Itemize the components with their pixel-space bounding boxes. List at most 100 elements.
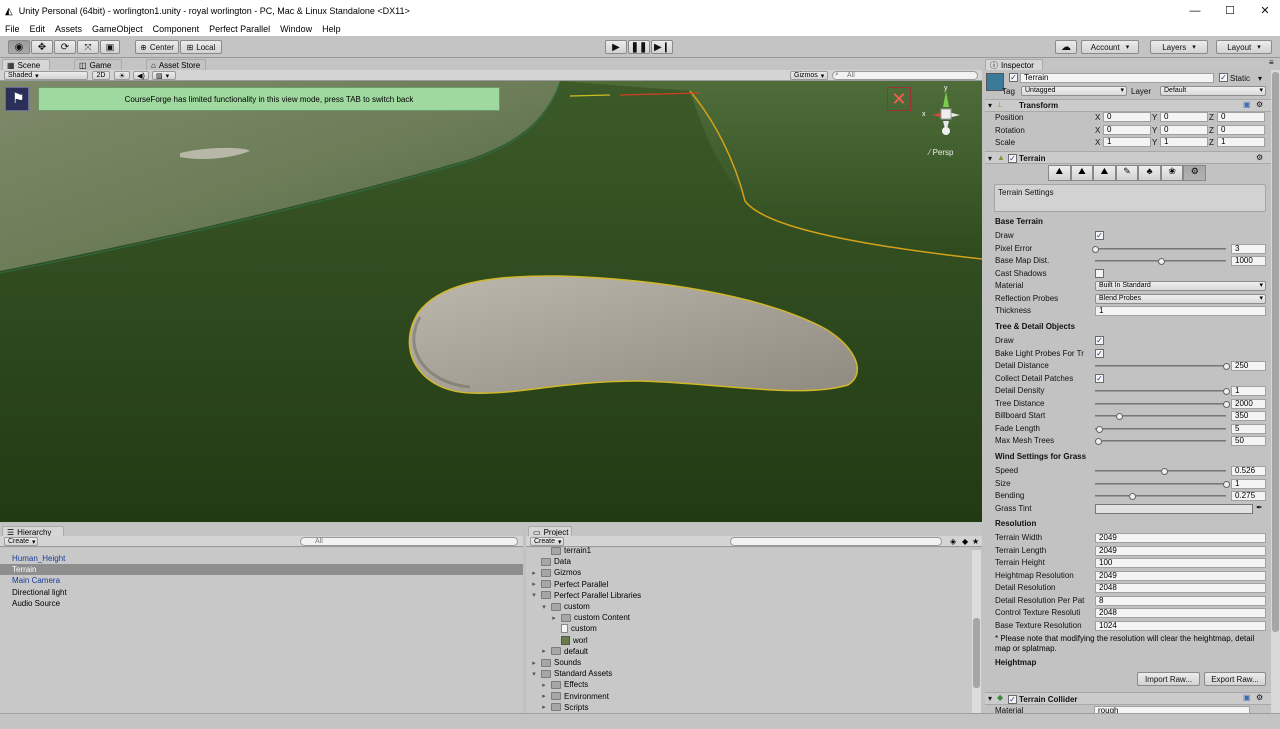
tree-arrow-icon[interactable]: ▸ — [540, 703, 548, 711]
transform-x-field[interactable]: 0 — [1103, 112, 1151, 122]
collider-help-icon[interactable]: ▣ — [1243, 693, 1251, 702]
tree-arrow-icon[interactable]: ▸ — [540, 647, 548, 655]
wind-size-slider[interactable] — [1095, 480, 1230, 488]
transform-z-field[interactable]: 0 — [1217, 124, 1265, 135]
tree-arrow-icon[interactable]: ▾ — [530, 670, 538, 678]
fade-length-slider[interactable] — [1095, 425, 1226, 433]
hierarchy-item[interactable]: Audio Source — [12, 599, 60, 608]
detail-distance-field[interactable]: 250 — [1231, 361, 1266, 371]
transform-z-field[interactable]: 0 — [1217, 112, 1265, 122]
hierarchy-item[interactable]: Human_Height — [12, 554, 65, 563]
resolution-field[interactable]: 2049 — [1095, 545, 1266, 556]
close-window-button[interactable]: ✕ — [1250, 0, 1280, 22]
transform-x-field[interactable]: 0 — [1103, 124, 1151, 135]
max-mesh-trees-slider[interactable] — [1094, 438, 1226, 445]
detail-density-slider-knob[interactable] — [1223, 388, 1230, 395]
material-dropdown[interactable]: Built In Standard — [1095, 281, 1266, 291]
project-item[interactable]: terrain1 — [540, 546, 591, 555]
view-tool-button[interactable]: ◉ — [8, 40, 30, 54]
collider-enabled-checkbox[interactable]: ✓ — [1008, 695, 1017, 704]
tree-arrow-icon[interactable]: ▸ — [540, 681, 548, 689]
hierarchy-item[interactable]: Terrain — [12, 565, 36, 574]
tag-dropdown[interactable]: Untagged — [1021, 86, 1127, 96]
eyedropper-icon[interactable]: ✒ — [1256, 503, 1263, 512]
step-button[interactable]: ▶❙ — [651, 40, 673, 54]
scale-tool-button[interactable]: ⤧ — [77, 40, 99, 54]
project-item[interactable]: ▸ Environment — [540, 692, 609, 701]
project-search-input[interactable] — [730, 537, 942, 546]
transform-settings-gear-icon[interactable]: ⚙ — [1256, 100, 1263, 109]
object-name-field[interactable]: Terrain — [1020, 73, 1214, 83]
resolution-field[interactable]: 2048 — [1095, 583, 1266, 593]
tree-arrow-icon[interactable]: ▾ — [530, 591, 538, 599]
tab-asset-store[interactable]: ⌂ Asset Store — [146, 59, 206, 70]
grass-tint-color-field[interactable] — [1095, 504, 1253, 514]
project-item[interactable]: ▾ Standard Assets — [530, 669, 612, 678]
account-dropdown[interactable]: Account — [1081, 40, 1139, 54]
scene-search-input[interactable]: All — [832, 71, 978, 80]
project-item[interactable]: Data — [530, 557, 571, 566]
filter-label-icon[interactable]: ◆ — [962, 537, 968, 546]
effects-dropdown[interactable]: ▨ — [152, 71, 176, 80]
wind-size-slider-knob[interactable] — [1223, 480, 1230, 488]
orientation-gizmo[interactable] — [918, 85, 974, 143]
static-dropdown-icon[interactable]: ▾ — [1258, 74, 1262, 83]
detail-distance-slider-knob[interactable] — [1223, 363, 1230, 370]
pause-button[interactable]: ❚❚ — [628, 40, 650, 54]
pixel-error-slider-knob[interactable] — [1092, 245, 1099, 253]
fade-length-slider-knob[interactable] — [1095, 425, 1103, 433]
detail-distance-slider[interactable] — [1095, 363, 1230, 370]
foldout-arrow-icon[interactable]: ▾ — [988, 101, 992, 110]
tab-inspector[interactable]: ⓘ Inspector — [985, 59, 1043, 70]
thickness-field[interactable]: 1 — [1095, 306, 1266, 316]
base-map-dist-slider[interactable] — [1095, 258, 1226, 265]
resolution-field[interactable]: 2049 — [1095, 533, 1266, 543]
projection-label[interactable]: ⁄ Persp — [929, 148, 953, 157]
project-item[interactable]: ▸ Perfect Parallel — [530, 580, 608, 589]
minimize-button[interactable]: — — [1180, 0, 1210, 22]
help-book-icon[interactable]: ▣ — [1243, 100, 1251, 109]
max-mesh-trees-slider-knob[interactable] — [1094, 438, 1102, 445]
collider-foldout-arrow-icon[interactable]: ▾ — [988, 694, 992, 703]
favorite-star-icon[interactable]: ★ — [972, 537, 979, 546]
paint-details-tool-button[interactable]: ❀ — [1160, 165, 1184, 181]
project-item[interactable]: ▸ Sounds — [530, 658, 581, 667]
project-item[interactable]: ▾ custom — [540, 602, 590, 611]
project-scrollbar[interactable] — [972, 550, 981, 713]
place-trees-tool-button[interactable]: ♣ — [1138, 165, 1161, 181]
gizmos-dropdown[interactable]: Gizmos — [790, 71, 828, 80]
resolution-field[interactable]: 100 — [1095, 558, 1266, 568]
fade-length-field[interactable]: 5 — [1231, 423, 1266, 434]
detail-density-field[interactable]: 1 — [1231, 386, 1266, 396]
move-tool-button[interactable]: ✥ — [31, 40, 53, 54]
object-active-checkbox[interactable]: ✓ — [1009, 73, 1018, 82]
collider-gear-icon[interactable]: ⚙ — [1256, 693, 1263, 702]
menu-component[interactable]: Component — [148, 24, 205, 34]
inspector-scroll-thumb[interactable] — [1272, 72, 1279, 632]
paint-texture-tool-button[interactable]: ✎ — [1115, 165, 1139, 181]
menu-help[interactable]: Help — [317, 24, 346, 34]
tree-arrow-icon[interactable]: ▸ — [540, 692, 548, 700]
tree-arrow-icon[interactable]: ▸ — [530, 580, 538, 588]
terrain-settings-gear-icon[interactable]: ⚙ — [1256, 153, 1263, 162]
collider-material-field[interactable]: rough — [1094, 706, 1250, 714]
inspector-scrollbar[interactable] — [1271, 70, 1280, 713]
transform-x-field[interactable]: 1 — [1103, 137, 1151, 147]
raise-lower-tool-button[interactable]: ⛰ — [1048, 165, 1071, 181]
tree-arrow-icon[interactable]: ▸ — [530, 659, 538, 667]
billboard-start-field[interactable]: 350 — [1231, 411, 1266, 421]
static-checkbox[interactable]: ✓ — [1219, 73, 1228, 82]
resolution-field[interactable]: 2049 — [1095, 570, 1266, 581]
terrain-enabled-checkbox[interactable]: ✓ — [1008, 154, 1017, 163]
tree-distance-slider-knob[interactable] — [1223, 400, 1230, 408]
layer-dropdown[interactable]: Default — [1160, 86, 1266, 96]
resolution-field[interactable]: 1024 — [1095, 620, 1266, 631]
tree-arrow-icon[interactable]: ▾ — [540, 603, 548, 611]
base-map-dist-slider-knob[interactable] — [1157, 258, 1165, 265]
audio-toggle[interactable]: ◀) — [133, 71, 149, 80]
paint-height-tool-button[interactable]: ⛰ — [1070, 165, 1094, 181]
reflection-probes-dropdown[interactable]: Blend Probes — [1095, 293, 1266, 304]
max-mesh-trees-field[interactable]: 50 — [1231, 436, 1266, 446]
bake-light-probes-checkbox[interactable]: ✓ — [1095, 348, 1104, 358]
pixel-error-slider[interactable] — [1092, 245, 1226, 253]
